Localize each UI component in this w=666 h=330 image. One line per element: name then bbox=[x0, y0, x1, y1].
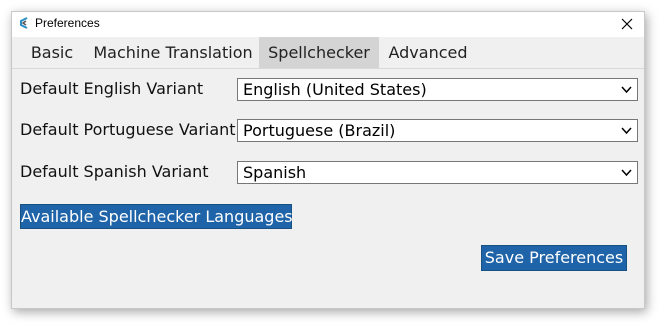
tab-basic[interactable]: Basic bbox=[20, 37, 84, 69]
title-bar: Preferences bbox=[12, 12, 644, 37]
close-button[interactable] bbox=[616, 14, 638, 34]
window-title: Preferences bbox=[35, 16, 100, 30]
app-logo-icon bbox=[20, 17, 28, 29]
tab-advanced[interactable]: Advanced bbox=[383, 37, 473, 69]
portuguese-variant-value: Portuguese (Brazil) bbox=[243, 121, 396, 140]
available-languages-button[interactable]: Available Spellchecker Languages bbox=[20, 204, 293, 229]
portuguese-variant-label: Default Portuguese Variant bbox=[20, 120, 236, 139]
english-variant-value: English (United States) bbox=[243, 80, 427, 99]
tab-bar: Basic Machine Translation Spellchecker A… bbox=[12, 37, 644, 69]
preferences-window: Preferences Basic Machine Translation Sp… bbox=[11, 11, 645, 309]
close-icon bbox=[621, 18, 633, 30]
portuguese-variant-select[interactable]: Portuguese (Brazil) bbox=[237, 119, 638, 142]
chevron-down-icon bbox=[621, 169, 632, 177]
tab-divider bbox=[12, 68, 644, 69]
tab-spellchecker[interactable]: Spellchecker bbox=[259, 37, 379, 69]
save-preferences-button[interactable]: Save Preferences bbox=[481, 245, 627, 271]
spanish-variant-value: Spanish bbox=[243, 163, 307, 182]
chevron-down-icon bbox=[621, 86, 632, 94]
spanish-variant-select[interactable]: Spanish bbox=[237, 161, 638, 184]
english-variant-select[interactable]: English (United States) bbox=[237, 78, 638, 101]
chevron-down-icon bbox=[621, 127, 632, 135]
english-variant-label: Default English Variant bbox=[20, 79, 204, 98]
spanish-variant-label: Default Spanish Variant bbox=[20, 162, 209, 181]
tab-machine-translation[interactable]: Machine Translation bbox=[88, 37, 258, 69]
